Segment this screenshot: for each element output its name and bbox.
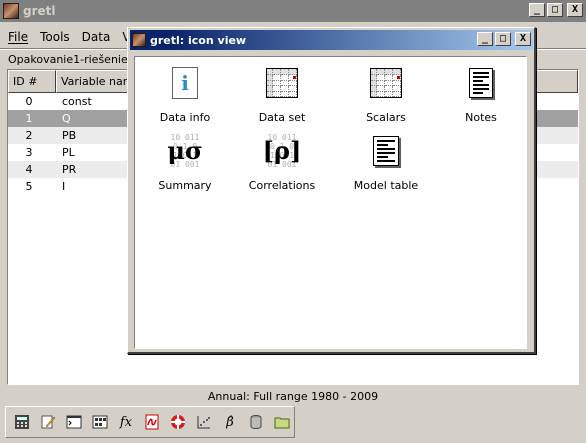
row-id: 2	[25, 129, 33, 142]
row-id: 4	[25, 163, 33, 176]
icon-label: Data set	[258, 111, 306, 124]
main-toolbar: fx β̂	[5, 406, 295, 438]
edit-icon[interactable]	[36, 410, 60, 434]
beta-icon[interactable]: β̂	[218, 410, 242, 434]
icon-view-title-bar[interactable]: gretl: icon view _ □ X	[130, 30, 533, 50]
dataset-filename: Opakovanie1-riešenie.xls	[8, 53, 147, 66]
minimize-button[interactable]: _	[529, 3, 545, 17]
calculator-icon[interactable]	[10, 410, 34, 434]
gretl-app-icon	[3, 3, 19, 19]
menu-data[interactable]: Data	[82, 30, 111, 44]
function-glyph: fx	[119, 414, 133, 430]
icon-label: Scalars	[366, 111, 406, 124]
notes-item[interactable]: Notes	[431, 65, 531, 124]
pdf-icon[interactable]	[140, 410, 164, 434]
row-name: PR	[62, 163, 77, 176]
header-id[interactable]: ID #	[8, 70, 56, 93]
function-icon[interactable]: fx	[114, 410, 138, 434]
close-button[interactable]: X	[515, 32, 531, 46]
status-line: Annual: Full range 1980 - 2009	[207, 390, 379, 403]
minimize-button[interactable]: _	[477, 32, 493, 46]
menu-tools[interactable]: Tools	[40, 30, 70, 44]
row-name: const	[62, 95, 92, 108]
spreadsheet-icon	[265, 65, 299, 101]
summary-icon: 10 011 0 1 01 0 1 01 001 μσ	[167, 133, 203, 169]
main-window-title: gretl	[23, 4, 56, 18]
icon-label: Notes	[465, 111, 497, 124]
notes-icon	[464, 65, 498, 101]
gretl-app-icon	[132, 33, 146, 47]
database-icon[interactable]	[244, 410, 268, 434]
icon-label: Correlations	[248, 179, 316, 192]
info-icon: i	[168, 65, 202, 101]
terminal-icon[interactable]	[62, 410, 86, 434]
spreadsheet-icon	[369, 65, 403, 101]
row-id: 3	[25, 146, 33, 159]
icon-label: Data info	[159, 111, 211, 124]
icon-view-pane: i Data info Data set Scalars Notes 10 01…	[134, 56, 527, 349]
row-name: PB	[62, 129, 77, 142]
data-set-item[interactable]: Data set	[232, 65, 332, 124]
session-icon[interactable]	[88, 410, 112, 434]
model-table-item[interactable]: Model table	[336, 133, 436, 192]
icon-label: Summary	[158, 179, 212, 192]
close-button[interactable]: X	[567, 3, 583, 17]
folder-icon[interactable]	[270, 410, 294, 434]
scalars-item[interactable]: Scalars	[336, 65, 436, 124]
row-id: 0	[25, 95, 33, 108]
row-name: PL	[62, 146, 75, 159]
icon-view-window: gretl: icon view _ □ X i Data info Data …	[127, 27, 536, 354]
maximize-button[interactable]: □	[495, 32, 511, 46]
menu-file[interactable]: File	[8, 30, 28, 44]
icon-label: Model table	[353, 179, 419, 192]
data-info-item[interactable]: i Data info	[135, 65, 235, 124]
row-id: 1	[25, 112, 33, 125]
row-name: I	[62, 180, 66, 193]
beta-glyph: β̂	[226, 414, 234, 430]
maximize-button[interactable]: □	[547, 3, 563, 17]
icon-view-title: gretl: icon view	[150, 33, 247, 47]
summary-item[interactable]: 10 011 0 1 01 0 1 01 001 μσ Summary	[135, 133, 235, 192]
help-icon[interactable]	[166, 410, 190, 434]
correlation-icon: 10 011 0 1 01 0 1 01 001 [ρ]	[262, 133, 302, 169]
main-title-bar[interactable]: gretl _ □ X	[0, 0, 586, 22]
plot-icon[interactable]	[192, 410, 216, 434]
row-name: Q	[62, 112, 71, 125]
correlations-item[interactable]: 10 011 0 1 01 0 1 01 001 [ρ] Correlations	[232, 133, 332, 192]
row-id: 5	[25, 180, 33, 193]
model-table-icon	[369, 133, 403, 169]
